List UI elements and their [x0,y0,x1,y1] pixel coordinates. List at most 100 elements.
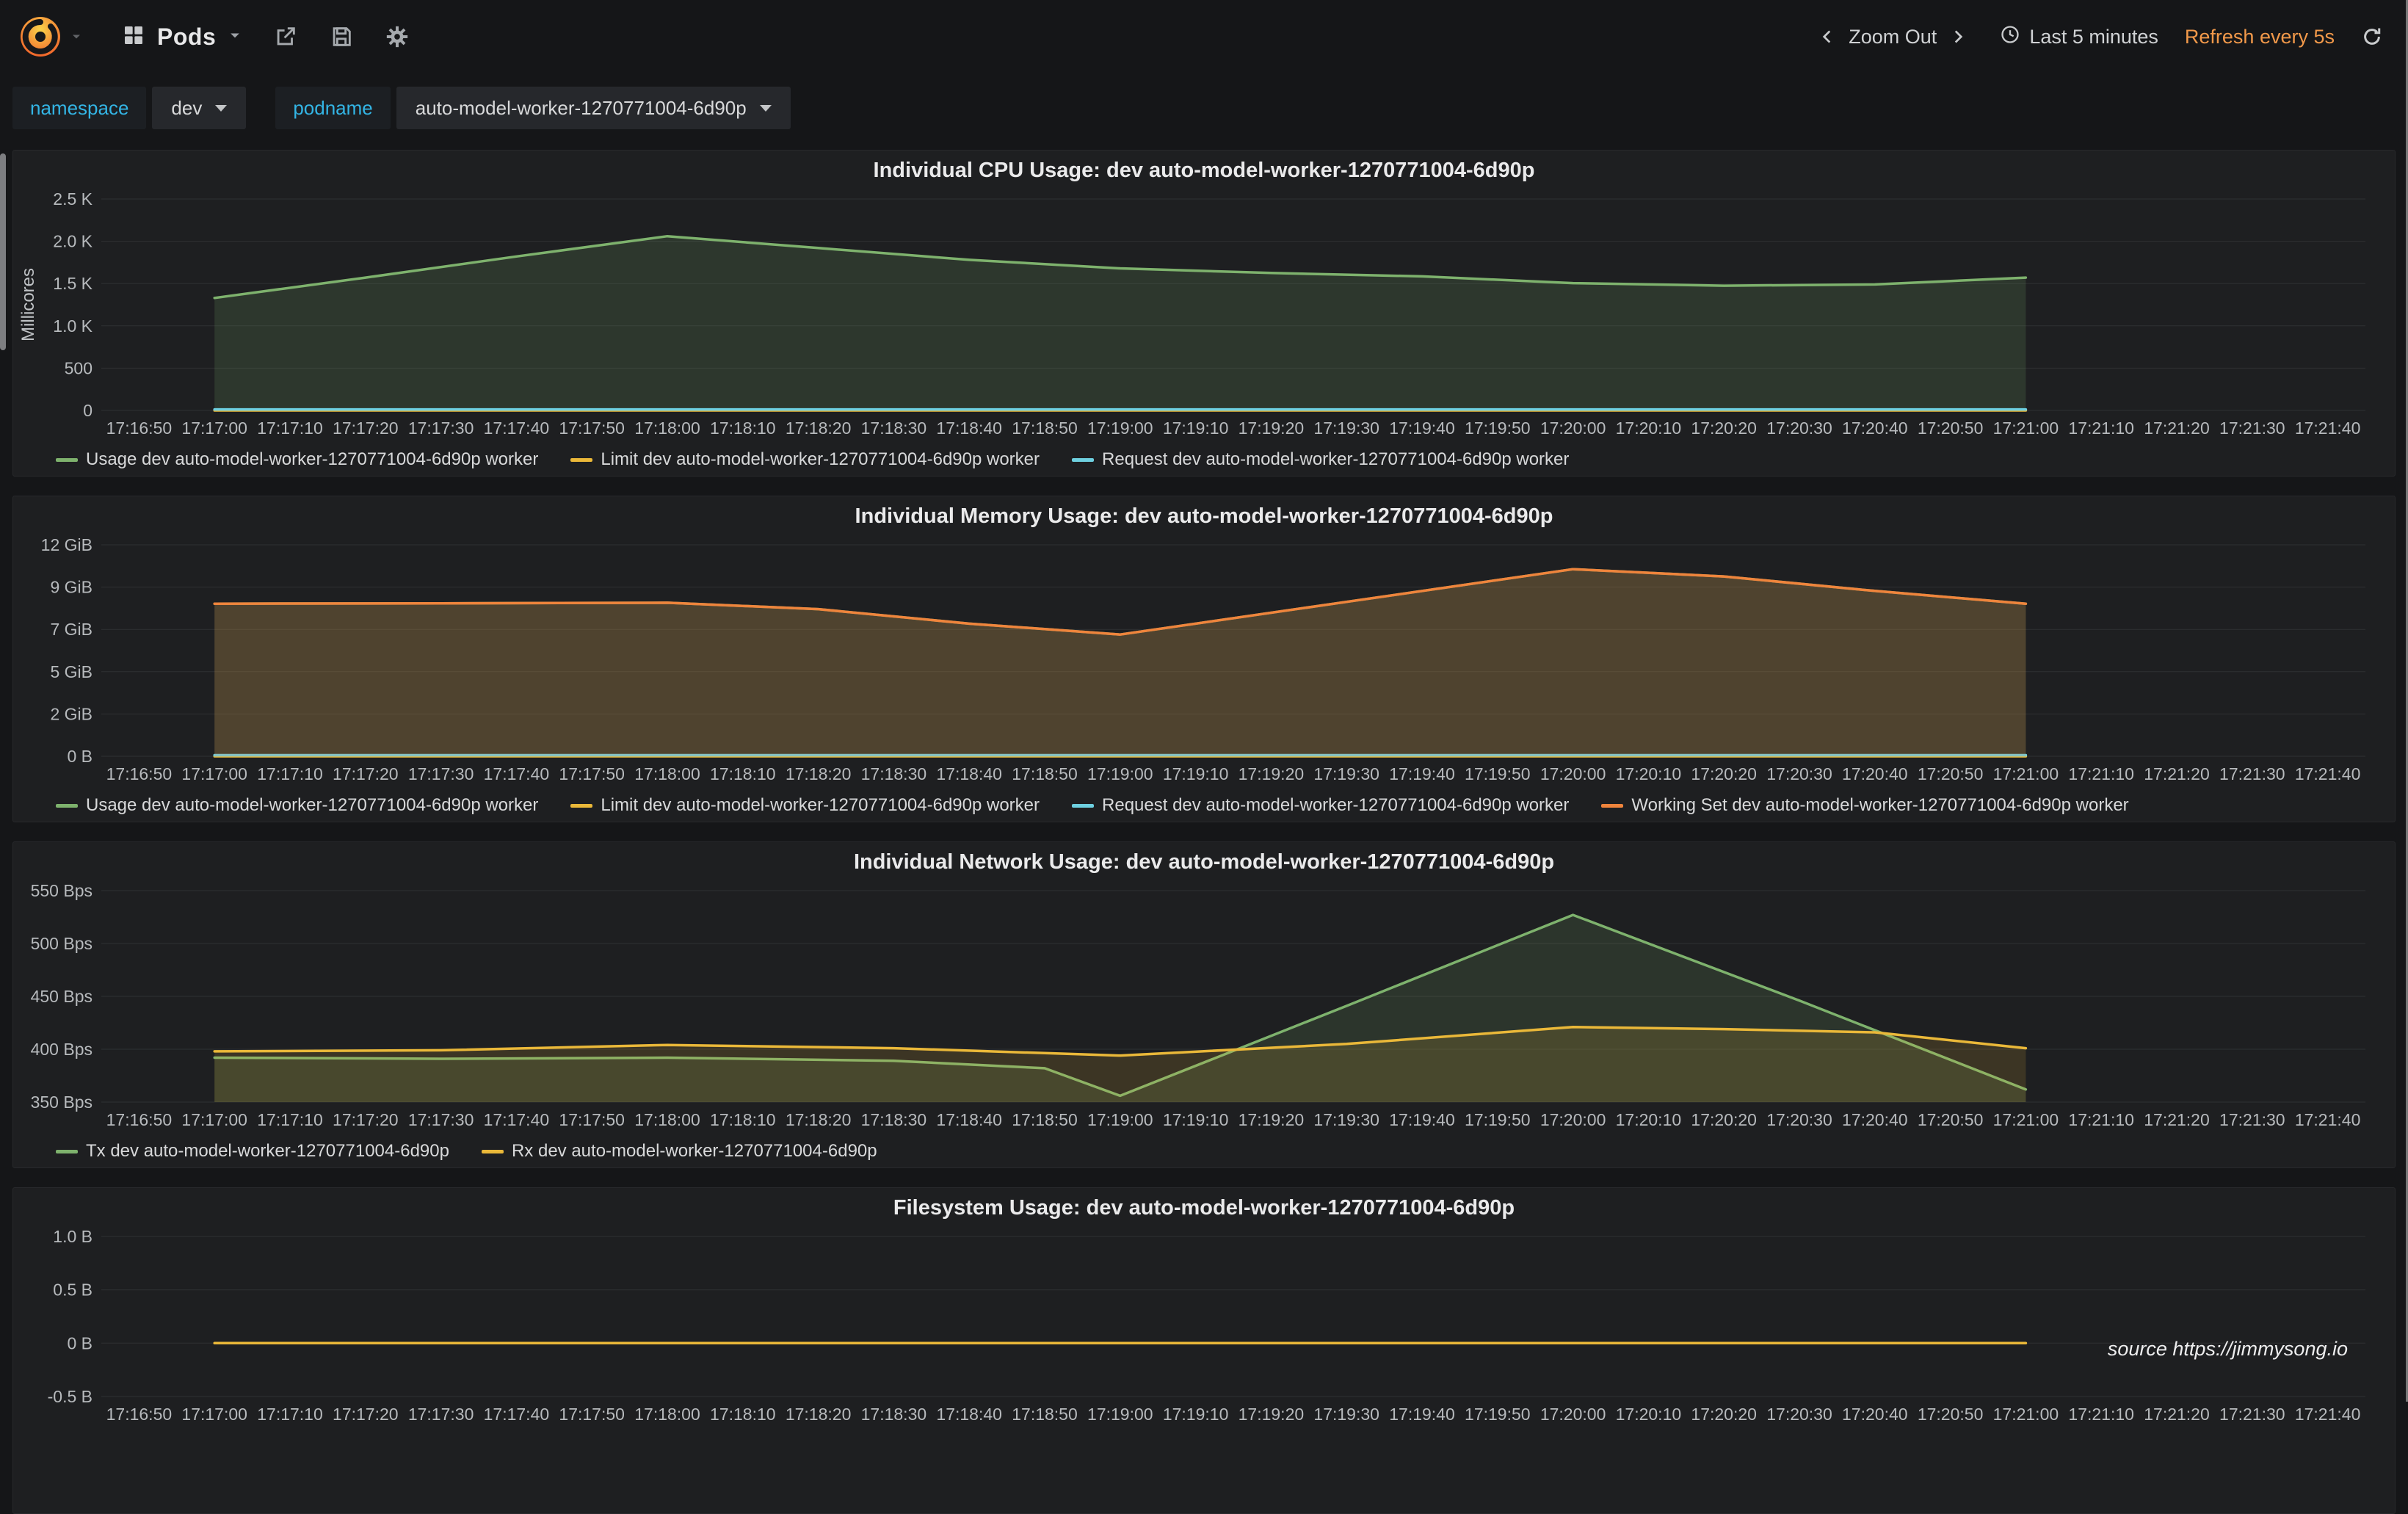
chevron-down-icon [228,28,242,46]
x-tick-label: 17:21:00 [1993,1405,2059,1424]
memory-usage-legend: Usage dev auto-model-worker-1270771004-6… [13,792,2395,819]
legend-item[interactable]: Rx dev auto-model-worker-1270771004-6d90… [482,1141,877,1162]
panel-title[interactable]: Filesystem Usage: dev auto-model-worker-… [13,1188,2395,1225]
legend-item[interactable]: Usage dev auto-model-worker-1270771004-6… [56,449,538,470]
x-tick-label: 17:21:40 [2295,764,2361,783]
x-tick-label: 17:19:40 [1389,1405,1455,1424]
filesystem-usage-chart[interactable]: 1.0 B0.5 B0 B-0.5 B17:16:5017:17:0017:17… [13,1225,2395,1483]
x-tick-label: 17:20:30 [1766,419,1832,438]
x-tick-label: 17:19:40 [1389,1110,1455,1129]
legend-item[interactable]: Working Set dev auto-model-worker-127077… [1601,795,2128,816]
x-tick-label: 17:17:30 [408,1110,474,1129]
y-tick-label: 0 B [67,747,93,766]
x-axis: 17:16:5017:17:0017:17:1017:17:2017:17:30… [106,764,2361,783]
x-tick-label: 17:18:40 [936,764,1002,783]
x-tick-label: 17:20:40 [1842,1405,1908,1424]
x-tick-label: 17:19:40 [1389,419,1455,438]
network-usage-chart[interactable]: 350 Bps400 Bps450 Bps500 Bps550 Bps17:16… [13,879,2395,1137]
x-tick-label: 17:18:30 [861,764,927,783]
x-tick-label: 17:17:00 [181,419,247,438]
x-tick-label: 17:17:30 [408,1405,474,1424]
source-attribution: source https://jimmysong.io [2108,1338,2348,1361]
cpu-usage-chart[interactable]: 05001.0 K1.5 K2.0 K2.5 K17:16:5017:17:00… [13,187,2395,446]
x-tick-label: 17:20:40 [1842,419,1908,438]
x-tick-label: 17:21:10 [2068,764,2134,783]
panel-title[interactable]: Individual CPU Usage: dev auto-model-wor… [13,151,2395,187]
x-tick-label: 17:18:00 [634,764,700,783]
time-range-picker[interactable]: Last 5 minutes [1995,23,2163,51]
navbar-left: Pods [15,11,410,62]
legend-marker [570,458,592,462]
x-tick-label: 17:20:20 [1691,1405,1757,1424]
row-collapse-handle[interactable] [0,153,6,350]
x-tick-label: 17:19:00 [1087,764,1153,783]
x-tick-label: 17:17:00 [181,764,247,783]
legend-item[interactable]: Limit dev auto-model-worker-1270771004-6… [570,795,1040,816]
legend-label: Limit dev auto-model-worker-1270771004-6… [601,449,1040,470]
variable-value-podname[interactable]: auto-model-worker-1270771004-6d90p [396,87,791,129]
x-tick-label: 17:20:30 [1766,1110,1832,1129]
grafana-logo[interactable] [15,11,66,62]
dashboard-picker[interactable]: Pods [122,23,242,51]
legend-item[interactable]: Tx dev auto-model-worker-1270771004-6d90… [56,1141,449,1162]
panel-title[interactable]: Individual Memory Usage: dev auto-model-… [13,496,2395,533]
x-tick-label: 17:21:20 [2144,1110,2210,1129]
refresh-button[interactable] [2361,26,2383,48]
time-back-button[interactable] [1818,27,1837,46]
x-tick-label: 17:17:10 [257,419,323,438]
x-tick-label: 17:21:00 [1993,419,2059,438]
variable-podname-selected: auto-model-worker-1270771004-6d90p [416,97,747,120]
x-tick-label: 17:17:10 [257,1110,323,1129]
y-axis: 1.0 B0.5 B0 B-0.5 B [48,1227,2365,1406]
variable-value-namespace[interactable]: dev [152,87,246,129]
x-tick-label: 17:18:10 [710,419,776,438]
x-tick-label: 17:17:00 [181,1405,247,1424]
variable-namespace-selected: dev [171,97,202,120]
menu-caret-icon[interactable] [69,29,84,44]
panel-title[interactable]: Individual Network Usage: dev auto-model… [13,842,2395,879]
x-tick-label: 17:18:20 [786,1110,852,1129]
y-tick-label: 7 GiB [50,620,93,639]
legend-item[interactable]: Request dev auto-model-worker-1270771004… [1072,795,1569,816]
legend-label: Rx dev auto-model-worker-1270771004-6d90… [512,1141,877,1162]
x-tick-label: 17:19:30 [1313,764,1379,783]
legend-item[interactable]: Limit dev auto-model-worker-1270771004-6… [570,449,1040,470]
y-tick-label: 450 Bps [31,987,93,1006]
x-tick-label: 17:18:50 [1012,764,1078,783]
x-tick-label: 17:18:20 [786,764,852,783]
chart-svg: 0 B2 GiB5 GiB7 GiB9 GiB12 GiB17:16:5017:… [13,533,2395,792]
x-tick-label: 17:17:20 [333,1405,399,1424]
refresh-interval-button[interactable]: Refresh every 5s [2180,25,2339,49]
x-tick-label: 17:20:10 [1616,419,1682,438]
settings-button[interactable] [385,24,410,49]
legend-item[interactable]: Request dev auto-model-worker-1270771004… [1072,449,1569,470]
x-tick-label: 17:18:30 [861,419,927,438]
x-tick-label: 17:19:00 [1087,1405,1153,1424]
time-forward-button[interactable] [1948,27,1968,46]
y-tick-label: 2.5 K [53,189,93,209]
grafana-flame-icon [17,13,64,60]
legend-item[interactable]: Usage dev auto-model-worker-1270771004-6… [56,795,538,816]
x-tick-label: 17:18:40 [936,1110,1002,1129]
share-button[interactable] [273,24,298,49]
save-button[interactable] [329,24,354,49]
x-tick-label: 17:19:50 [1465,1405,1531,1424]
y-tick-label: 0 B [67,1333,93,1352]
x-tick-label: 17:20:10 [1616,1110,1682,1129]
panel-network-usage: Individual Network Usage: dev auto-model… [12,841,2396,1168]
gear-icon [385,24,410,49]
legend-marker [1072,804,1094,808]
x-tick-label: 17:19:10 [1163,1110,1229,1129]
x-tick-label: 17:19:30 [1313,1110,1379,1129]
x-tick-label: 17:21:10 [2068,1405,2134,1424]
memory-usage-chart[interactable]: 0 B2 GiB5 GiB7 GiB9 GiB12 GiB17:16:5017:… [13,533,2395,792]
x-tick-label: 17:19:20 [1239,764,1305,783]
y-tick-label: 1.0 B [53,1227,93,1246]
zoom-out-button[interactable]: Zoom Out [1844,26,1941,48]
x-tick-label: 17:17:40 [484,1405,550,1424]
x-tick-label: 17:17:10 [257,1405,323,1424]
panel-filesystem-usage: Filesystem Usage: dev auto-model-worker-… [12,1187,2396,1514]
x-tick-label: 17:21:40 [2295,419,2361,438]
x-tick-label: 17:19:10 [1163,419,1229,438]
x-tick-label: 17:19:20 [1239,1110,1305,1129]
